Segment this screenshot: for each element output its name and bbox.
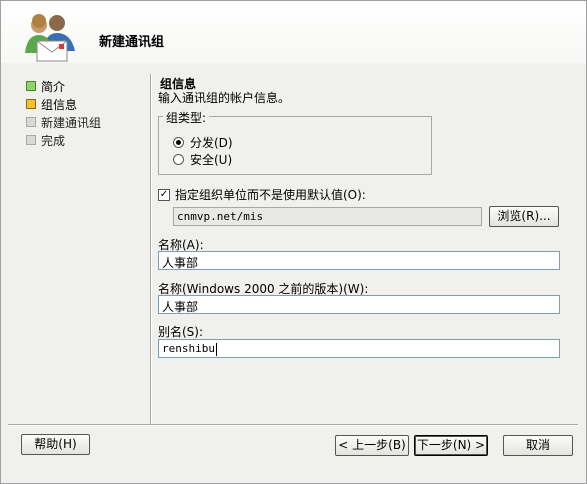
radio-label: 分发(D) [190, 136, 233, 150]
wizard-steps: 简介 组信息 新建通讯组 完成 [26, 77, 101, 149]
ou-path-field: cnmvp.net/mis [173, 207, 482, 226]
step-pending-icon [26, 117, 36, 127]
help-button[interactable]: 帮助(H) [21, 434, 90, 455]
radio-security[interactable]: 安全(U) [173, 151, 232, 168]
step-label: 新建通讯组 [41, 115, 102, 130]
step-group-info: 组信息 [26, 95, 101, 113]
browse-button[interactable]: 浏览(R)... [489, 206, 559, 227]
step-finish: 完成 [26, 131, 101, 149]
radio-unchecked-icon[interactable] [173, 154, 184, 165]
alias-input[interactable]: renshibu [158, 339, 560, 358]
horizontal-divider [8, 424, 578, 426]
step-new-group: 新建通讯组 [26, 113, 101, 131]
step-current-icon [26, 99, 36, 109]
group-users-icon [25, 14, 75, 62]
radio-label: 安全(U) [190, 153, 233, 167]
cancel-button[interactable]: 取消 [503, 435, 573, 456]
alias-value: renshibu [162, 342, 215, 355]
step-pending-icon [26, 135, 36, 145]
radio-distribution[interactable]: 分发(D) [173, 134, 233, 151]
wizard-title: 新建通讯组 [99, 35, 165, 50]
group-type-legend: 组类型: [163, 109, 210, 126]
ou-checkbox-label: 指定组织单位而不是使用默认值(O): [175, 188, 366, 202]
vertical-divider [150, 74, 152, 424]
alias-label: 别名(S): [158, 325, 204, 339]
prewin-name-input[interactable]: 人事部 [158, 295, 560, 314]
step-label: 完成 [41, 133, 66, 148]
radio-checked-icon[interactable] [173, 137, 184, 148]
ou-checkbox-row[interactable]: ✓ 指定组织单位而不是使用默认值(O): [158, 186, 366, 203]
next-button[interactable]: 下一步(N) > [414, 435, 488, 456]
section-description: 输入通讯组的帐户信息。 [158, 91, 291, 105]
ou-checkbox[interactable]: ✓ [158, 188, 170, 201]
step-done-icon [26, 81, 36, 91]
wizard-header: 新建通讯组 [1, 1, 586, 63]
name-input[interactable]: 人事部 [158, 251, 560, 270]
text-caret [215, 342, 217, 356]
wizard-window [0, 0, 587, 484]
step-label: 组信息 [41, 97, 78, 112]
step-intro: 简介 [26, 77, 101, 95]
step-label: 简介 [41, 79, 66, 94]
back-button[interactable]: < 上一步(B) [335, 435, 409, 456]
